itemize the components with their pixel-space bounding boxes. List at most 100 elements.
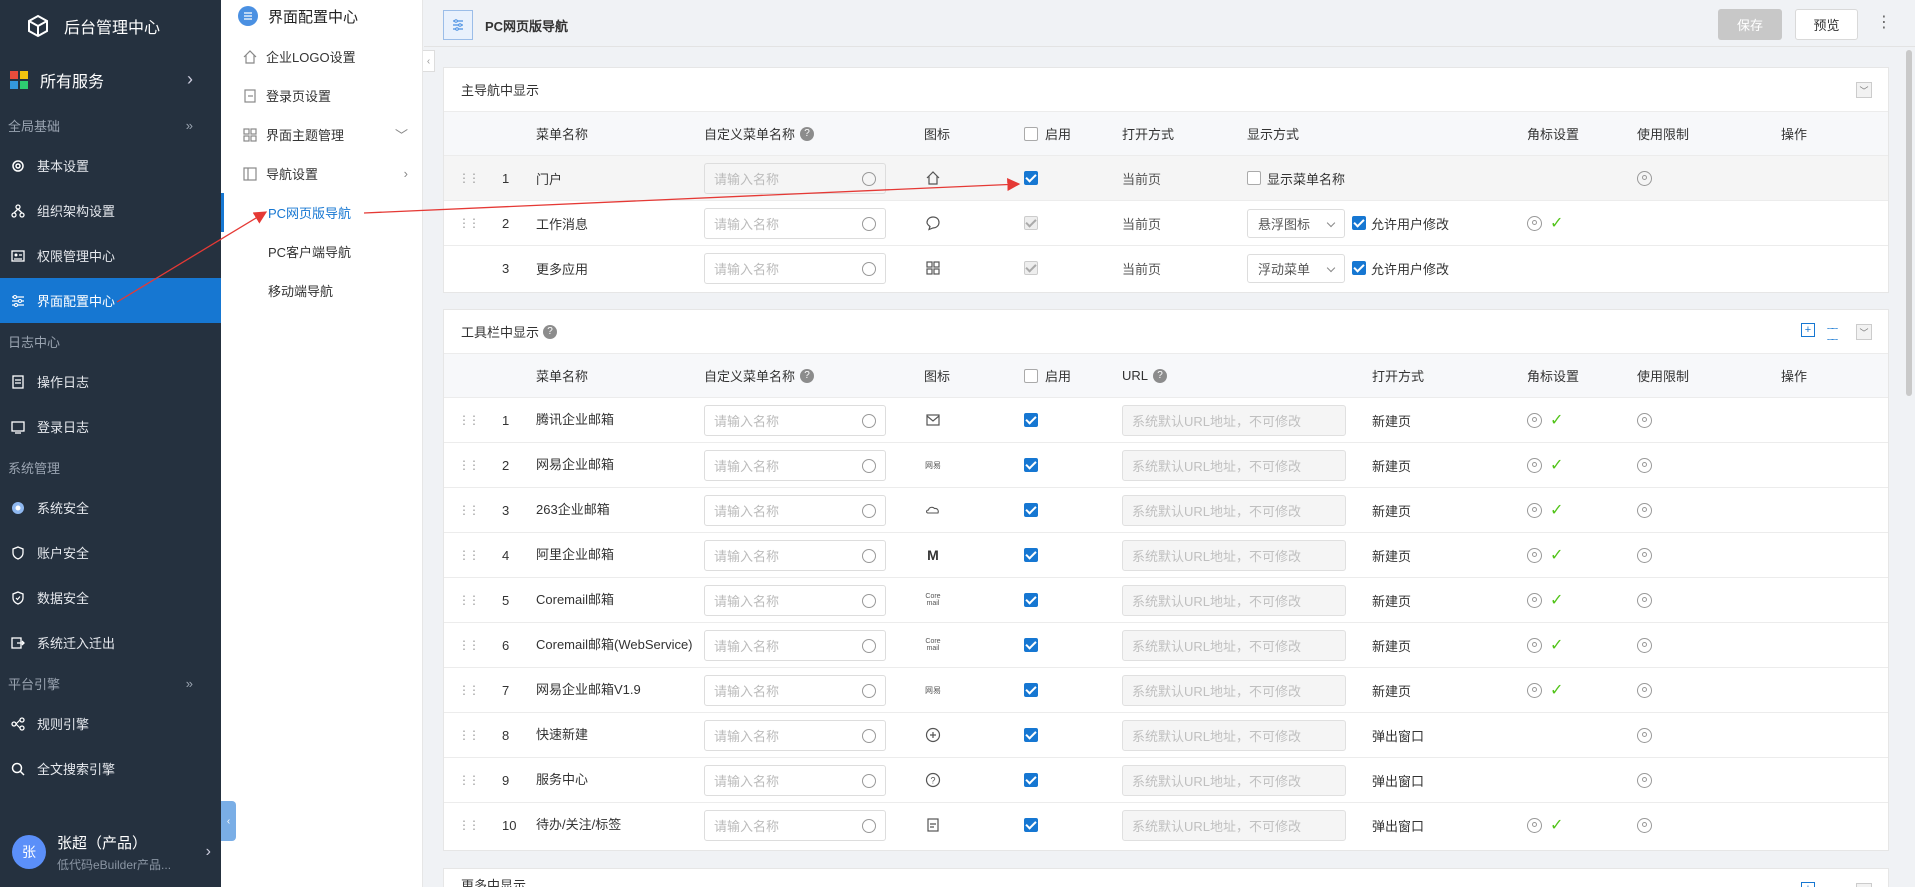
settings-icon[interactable] — [1527, 817, 1542, 833]
enable-checkbox[interactable] — [1024, 171, 1038, 185]
help-icon[interactable]: ? — [800, 126, 815, 141]
drag-handle-icon[interactable]: ⋮⋮ — [458, 398, 480, 442]
settings-icon[interactable] — [1637, 502, 1652, 518]
allow-user-edit-checkbox[interactable] — [1352, 261, 1366, 275]
add-icon[interactable]: + — [1801, 323, 1815, 337]
display-mode-select[interactable]: 悬浮图标 — [1247, 208, 1345, 238]
sidebar-item-basic-settings[interactable]: 基本设置 — [0, 143, 221, 188]
enable-all-checkbox[interactable] — [1024, 368, 1038, 383]
settings-icon[interactable] — [1527, 547, 1542, 563]
table-row[interactable]: ⋮⋮ 2 工作消息 请输入名称 当前页 悬浮图标 允许用户修改 ✓ — [444, 200, 1888, 245]
settings-icon[interactable] — [1527, 592, 1542, 608]
more-vertical-icon[interactable]: ⋮ — [1876, 12, 1892, 32]
custom-name-input[interactable]: 请输入名称 — [704, 449, 886, 481]
table-row[interactable]: ⋮⋮ 2 网易企业邮箱 请输入名称 网易 系统默认URL地址，不可修改 新建页 ✓ — [444, 442, 1888, 487]
settings-icon[interactable] — [1637, 457, 1652, 473]
enable-checkbox[interactable] — [1024, 638, 1038, 652]
user-profile[interactable]: 张 张超（产品） 低代码eBuilder产品... › — [0, 817, 221, 887]
table-row[interactable]: ⋮⋮ 10 待办/关注/标签 请输入名称 系统默认URL地址，不可修改 弹出窗口 ✓ — [444, 802, 1888, 847]
sidebar-item-login-log[interactable]: 登录日志 — [0, 404, 221, 449]
allow-user-edit-checkbox[interactable] — [1352, 216, 1366, 230]
subnav-item-logo[interactable]: 企业LOGO设置 — [221, 37, 422, 76]
sidebar-item-op-log[interactable]: 操作日志 — [0, 359, 221, 404]
table-row[interactable]: ⋮⋮ 5 Coremail邮箱 请输入名称 Core mail 系统默认URL地址，不可修改… — [444, 577, 1888, 622]
sidebar-item-account-security[interactable]: 账户安全 — [0, 530, 221, 575]
enable-checkbox[interactable] — [1024, 503, 1038, 517]
table-row[interactable]: ⋮⋮ 7 网易企业邮箱V1.9 请输入名称 网易 系统默认URL地址，不可修改 新建页 ✓ — [444, 667, 1888, 712]
globe-icon[interactable] — [862, 818, 876, 833]
table-row[interactable]: ⋮⋮ 9 服务中心 请输入名称? 系统默认URL地址，不可修改 弹出窗口 — [444, 757, 1888, 802]
table-row[interactable]: 3 更多应用 请输入名称 当前页 浮动菜单 允许用户修改 — [444, 245, 1888, 290]
enable-checkbox[interactable] — [1024, 773, 1038, 787]
batch-icon[interactable]: ┄┄ ┄┄ — [1827, 324, 1843, 346]
custom-name-input[interactable]: 请输入名称 — [704, 719, 886, 751]
table-row[interactable]: ⋮⋮ 4 阿里企业邮箱 请输入名称 M 系统默认URL地址，不可修改 新建页 ✓ — [444, 532, 1888, 577]
drag-handle-icon[interactable]: ⋮⋮ — [458, 668, 480, 712]
drag-handle-icon[interactable]: ⋮⋮ — [458, 201, 480, 245]
sidebar-item-data-security[interactable]: 数据安全 — [0, 575, 221, 620]
enable-checkbox[interactable] — [1024, 683, 1038, 697]
sidebar-group-system[interactable]: 系统管理 — [0, 449, 221, 485]
enable-checkbox[interactable] — [1024, 593, 1038, 607]
sidebar-item-fulltext-search[interactable]: 全文搜索引擎 — [0, 746, 221, 791]
display-mode-select[interactable]: 浮动菜单 — [1247, 253, 1345, 283]
settings-icon[interactable] — [1637, 772, 1652, 788]
settings-icon[interactable] — [1637, 170, 1652, 186]
enable-checkbox[interactable] — [1024, 818, 1038, 832]
subnav-item-mobile-nav[interactable]: 移动端导航 — [221, 271, 422, 310]
settings-icon[interactable] — [1527, 215, 1542, 231]
sidebar-group-global[interactable]: 全局基础» — [0, 107, 221, 143]
scrollbar[interactable] — [1906, 50, 1912, 396]
sidebar-item-ui-config[interactable]: 界面配置中心 — [0, 278, 221, 323]
sidebar-item-system-security[interactable]: 系统安全 — [0, 485, 221, 530]
table-row[interactable]: ⋮⋮ 6 Coremail邮箱(WebService) 请输入名称 Core mail 系统… — [444, 622, 1888, 667]
custom-name-input[interactable]: 请输入名称 — [704, 494, 886, 526]
settings-icon[interactable] — [1527, 457, 1542, 473]
subnav-item-login-page[interactable]: 登录页设置 — [221, 76, 422, 115]
preview-button[interactable]: 预览 — [1795, 9, 1858, 40]
globe-icon[interactable] — [862, 728, 876, 743]
collapse-subnav-button[interactable]: ‹ — [423, 50, 435, 72]
drag-handle-icon[interactable]: ⋮⋮ — [458, 488, 480, 532]
globe-icon[interactable] — [862, 638, 876, 653]
table-row[interactable]: ⋮⋮ 8 快速新建 请输入名称 系统默认URL地址，不可修改 弹出窗口 — [444, 712, 1888, 757]
enable-checkbox[interactable] — [1024, 458, 1038, 472]
enable-all-checkbox[interactable] — [1024, 126, 1038, 141]
custom-name-input[interactable]: 请输入名称 — [704, 674, 886, 706]
enable-checkbox[interactable] — [1024, 413, 1038, 427]
globe-icon[interactable] — [862, 458, 876, 473]
sidebar-item-org-settings[interactable]: 组织架构设置 — [0, 188, 221, 233]
settings-icon[interactable] — [1527, 637, 1542, 653]
settings-icon[interactable] — [1637, 817, 1652, 833]
settings-icon[interactable] — [1637, 727, 1652, 743]
globe-icon[interactable] — [862, 683, 876, 698]
custom-name-input[interactable]: 请输入名称 — [704, 809, 886, 841]
custom-name-input[interactable]: 请输入名称 — [704, 629, 886, 661]
globe-icon[interactable] — [862, 548, 876, 563]
all-services-button[interactable]: 所有服务 › — [0, 52, 221, 107]
globe-icon[interactable] — [862, 216, 876, 231]
add-icon[interactable]: + — [1801, 882, 1815, 887]
custom-name-input[interactable]: 请输入名称 — [704, 404, 886, 436]
settings-icon[interactable] — [1637, 637, 1652, 653]
settings-icon[interactable] — [1637, 682, 1652, 698]
enable-checkbox[interactable] — [1024, 728, 1038, 742]
collapse-icon[interactable]: ﹀ — [1856, 324, 1872, 340]
custom-name-input[interactable]: 请输入名称 — [704, 162, 886, 194]
globe-icon[interactable] — [862, 261, 876, 276]
sidebar-item-permission[interactable]: 权限管理中心 — [0, 233, 221, 278]
custom-name-input[interactable]: 请输入名称 — [704, 584, 886, 616]
sidebar-group-engine[interactable]: 平台引擎» — [0, 665, 221, 701]
custom-name-input[interactable]: 请输入名称 — [704, 252, 886, 284]
subnav-item-pc-web-nav[interactable]: PC网页版导航 — [221, 193, 422, 232]
settings-icon[interactable] — [1527, 502, 1542, 518]
table-row[interactable]: ⋮⋮ 3 263企业邮箱 请输入名称 系统默认URL地址，不可修改 新建页 ✓ — [444, 487, 1888, 532]
settings-icon[interactable] — [1637, 412, 1652, 428]
globe-icon[interactable] — [862, 503, 876, 518]
help-icon[interactable]: ? — [800, 368, 815, 383]
expand-tab-button[interactable]: ‹ — [221, 801, 236, 841]
drag-handle-icon[interactable]: ⋮⋮ — [458, 713, 480, 757]
globe-icon[interactable] — [862, 773, 876, 788]
table-row[interactable]: ⋮⋮ 1 腾讯企业邮箱 请输入名称 系统默认URL地址，不可修改 新建页 ✓ — [444, 397, 1888, 442]
settings-icon[interactable] — [1637, 547, 1652, 563]
